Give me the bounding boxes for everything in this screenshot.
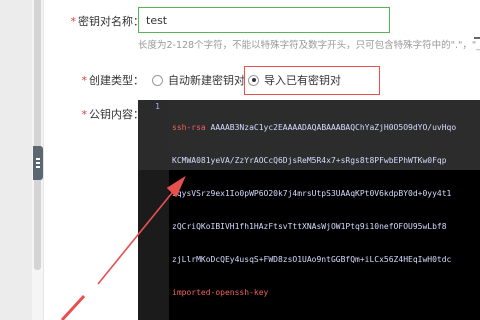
required-mark: * (70, 15, 77, 28)
code-line: ssh-rsa AAAAB3NzaC1yc2EAAAADAQABAAABAQCh… (172, 123, 457, 132)
code-line: zQCriQKoIBIVH1fh1HAzFtsvTttXNAsWjOW1Ptq9… (172, 222, 447, 231)
required-mark: * (81, 108, 88, 121)
left-gutter (0, 0, 32, 320)
key-name-label: * 密钥对名称： (70, 15, 145, 28)
radio-auto-create[interactable]: 自动新建密钥对 (152, 72, 245, 88)
arrow-tail (60, 294, 86, 320)
public-key-editor[interactable]: 1 ssh-rsa AAAAB3NzaC1yc2EAAAADAQABAAABAQ… (138, 100, 480, 320)
collapse-handle[interactable] (33, 146, 43, 180)
annotation-highlight-box (244, 66, 380, 95)
scrollbar-thumb[interactable] (34, 0, 41, 270)
grip-icon (36, 158, 40, 160)
code-line: KCMWA081yeVA/ZzYrAOCcQ6DjsReM5R4x7+sRgs8… (172, 156, 447, 165)
code-line: sqysVSrz9ex1Io0pWP6O20k7j4mrsUtpS3UAAqKP… (172, 189, 452, 198)
grip-icon (36, 166, 40, 168)
grip-icon (36, 162, 40, 164)
key-name-hint: 长度为2-128个字符，不能以特殊字符及数字开头，只可包含特殊字符中的"."，"… (138, 37, 480, 51)
line-number: 1 (155, 102, 160, 111)
public-key-label: * 公钥内容： (81, 108, 145, 121)
hint-end-mark (474, 37, 480, 39)
radio-auto-create-button[interactable] (152, 74, 163, 86)
key-name-input[interactable]: test (138, 7, 390, 33)
code-line: imported-openssh-key (172, 288, 269, 297)
create-type-label: * 创建类型： (81, 74, 145, 87)
code-content[interactable]: ssh-rsa AAAAB3NzaC1yc2EAAAADAQABAAABAQCh… (172, 100, 480, 320)
code-line: zjLlrMKoDcQEy4usqS+FWD8zsO1UAo9ntGGBfQm+… (172, 255, 452, 264)
required-mark: * (81, 74, 88, 87)
editor-gutter-empty (138, 170, 169, 320)
